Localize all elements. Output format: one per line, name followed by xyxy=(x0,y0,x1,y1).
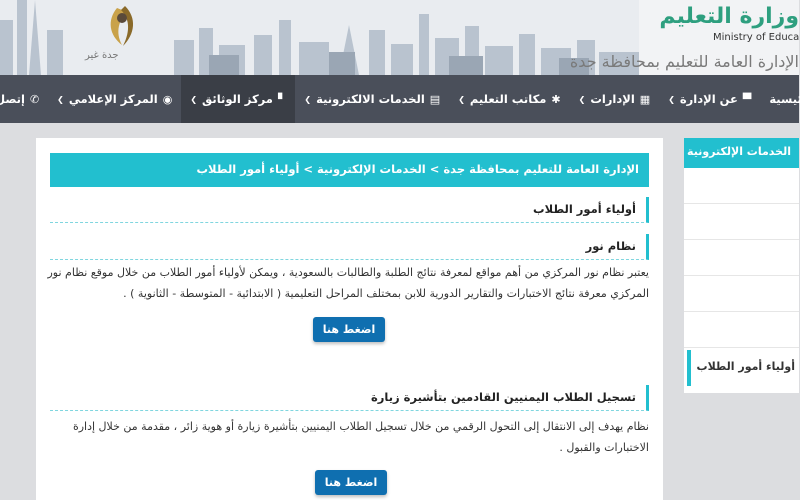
content-card: الإدارة العامة للتعليم بمحافظة جدة > الخ… xyxy=(37,138,664,500)
nav-item-label: الرئيسية xyxy=(770,92,800,106)
sidebar-heading: الخدمات الإلكترونية xyxy=(685,138,800,168)
chevron-down-icon: ❯ xyxy=(58,94,65,104)
document-icon: ▘ xyxy=(278,92,288,106)
noor-click-here-button[interactable]: اضغط هنا xyxy=(314,317,386,342)
directorate-title: الإدارة العامة للتعليم بمحافظة جدة xyxy=(570,52,800,71)
chevron-down-icon: ❯ xyxy=(459,94,466,104)
main-navbar: ⌂ الرئيسية ▀ عن الإدارة ❯ ▦ الإدارات ❯ ✱… xyxy=(0,75,800,123)
nav-item-label: المركز الإعلامي xyxy=(69,92,159,106)
chevron-down-icon: ❯ xyxy=(579,94,587,104)
nav-item-media[interactable]: ◉ المركز الإعلامي ❯ xyxy=(49,75,182,123)
page-title: أولياء أمور الطلاب xyxy=(51,197,650,223)
nav-item-label: إتصل بنا xyxy=(0,92,26,106)
nav-item-eservices[interactable]: ▤ الخدمات الالكترونية ❯ xyxy=(296,75,450,123)
nav-item-offices[interactable]: ✱ مكاتب التعليم ❯ xyxy=(450,75,570,123)
sidebar-item[interactable] xyxy=(685,312,800,348)
section-body-noor: يعتبر نظام نور المركزي من أهم مواقع لمعر… xyxy=(48,266,651,300)
list-icon: ▤ xyxy=(430,92,442,106)
nav-item-contact[interactable]: ✆ إتصل بنا ❯ xyxy=(0,75,49,123)
yemeni-registration-click-here-button[interactable]: اضغط هنا xyxy=(316,470,388,495)
phone-icon: ✆ xyxy=(30,92,41,106)
nav-item-documents[interactable]: ▘ مركز الوثائق ❯ xyxy=(182,75,297,123)
section-body-yemeni-registration: نظام يهدف إلى الانتقال إلى التحول الرقمي… xyxy=(73,420,650,454)
nav-item-label: الخدمات الالكترونية xyxy=(317,92,426,106)
nav-item-home[interactable]: ⌂ الرئيسية xyxy=(761,75,800,123)
sidebar-item[interactable] xyxy=(685,168,800,204)
nav-item-label: الإدارات xyxy=(591,92,636,106)
section-title-noor: نظام نور xyxy=(51,234,650,260)
nav-item-label: عن الإدارة xyxy=(680,92,739,106)
eye-icon: ◉ xyxy=(163,92,174,106)
ministry-logo-english: Ministry of Education xyxy=(714,32,800,43)
section-title-yemeni-registration: تسجيل الطلاب اليمنيين القادمين بتأشيرة ز… xyxy=(51,385,650,411)
nav-item-about[interactable]: ▀ عن الإدارة ❯ xyxy=(660,75,761,123)
seal-caption: جدة غير xyxy=(86,50,120,61)
grid-icon: ▦ xyxy=(640,92,652,106)
nav-item-label: مكاتب التعليم xyxy=(470,92,548,106)
breadcrumb[interactable]: الإدارة العامة للتعليم بمحافظة جدة > الخ… xyxy=(51,153,650,187)
nav-item-departments[interactable]: ▦ الإدارات ❯ xyxy=(571,75,661,123)
ministry-logo-arabic[interactable]: وزارة التعليم xyxy=(660,4,800,29)
monitor-icon: ▀ xyxy=(743,92,753,106)
sidebar-item[interactable] xyxy=(685,240,800,276)
gear-icon: ✱ xyxy=(552,92,562,106)
site-header: جدة غير وزارة التعليم Ministry of Educat… xyxy=(0,0,800,75)
chevron-down-icon: ❯ xyxy=(305,94,313,104)
chevron-down-icon: ❯ xyxy=(191,94,199,104)
sidebar-item-parents[interactable]: أولياء أمور الطلاب xyxy=(688,350,800,386)
sidebar-item[interactable] xyxy=(685,276,800,312)
nav-item-label: مركز الوثائق xyxy=(203,92,274,106)
chevron-down-icon: ❯ xyxy=(669,94,676,104)
sidebar-item[interactable] xyxy=(685,204,800,240)
sidebar-panel: الخدمات الإلكترونية أولياء أمور الطلاب xyxy=(685,138,800,393)
